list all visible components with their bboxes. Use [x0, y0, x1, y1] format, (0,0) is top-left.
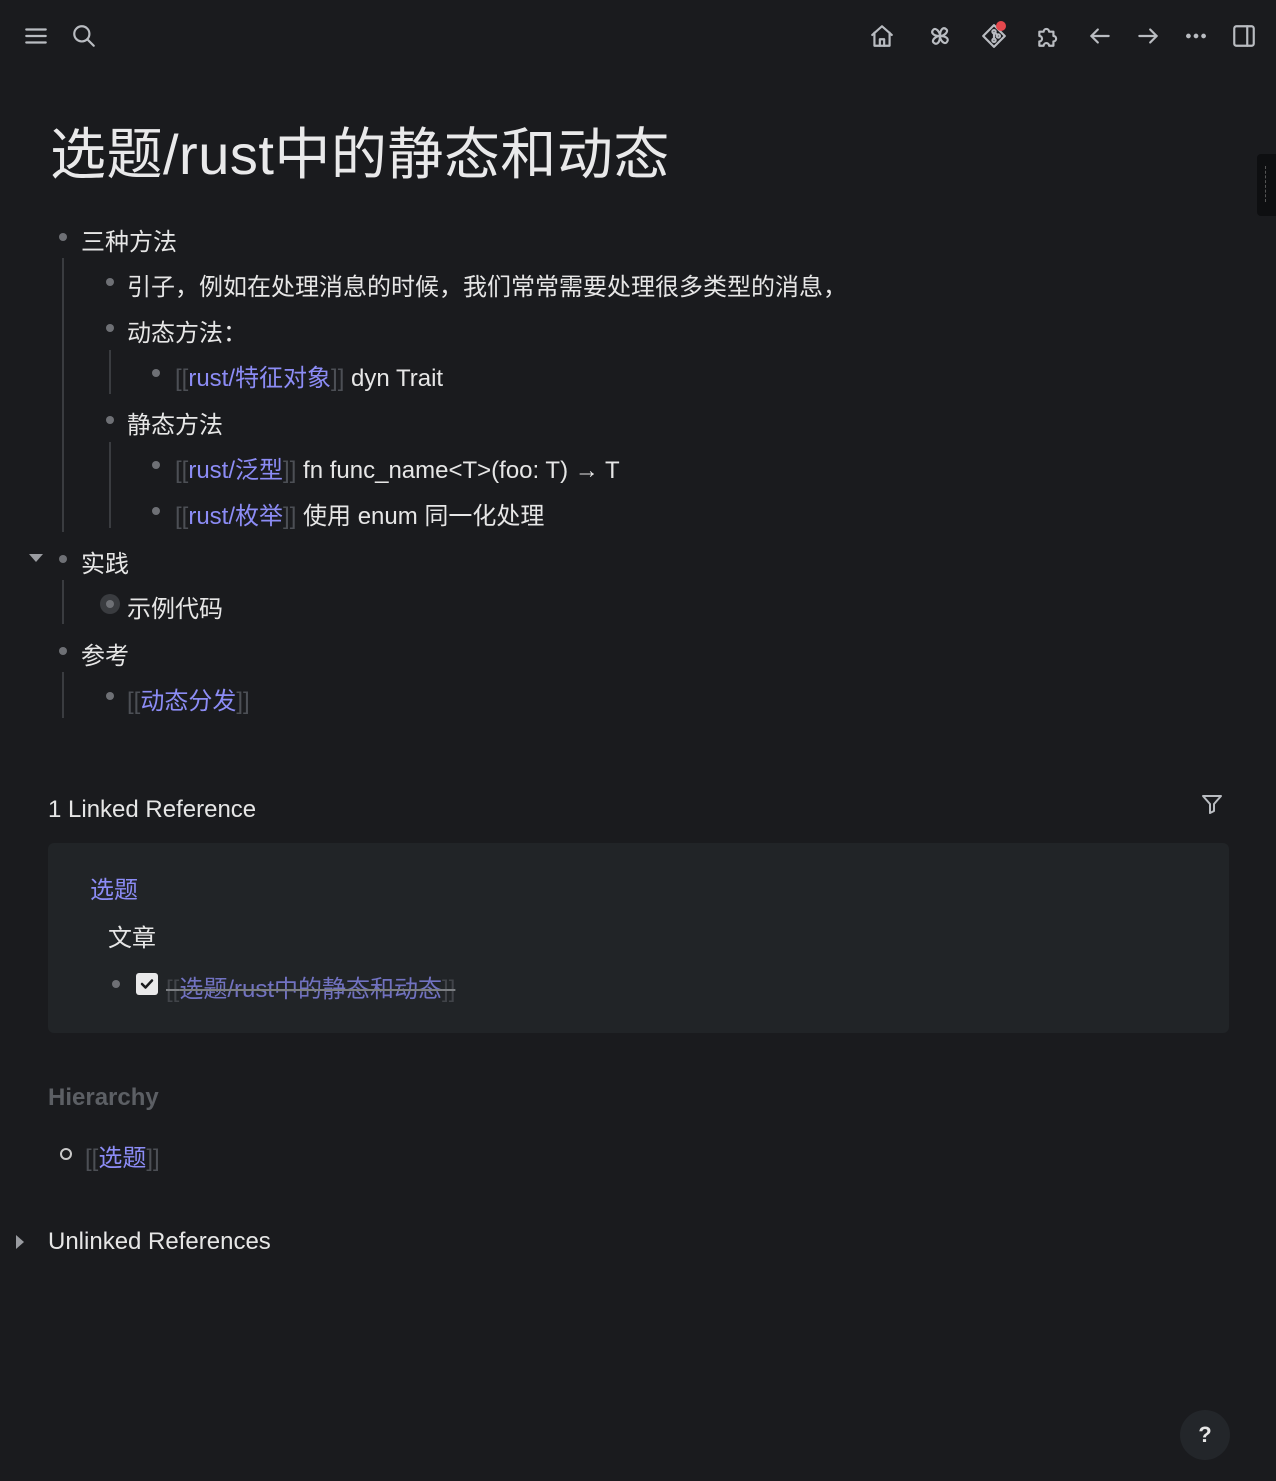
notification-dot [996, 21, 1006, 31]
bracket-close: ]] [236, 688, 250, 715]
block-bullet[interactable] [112, 980, 120, 988]
block-enum[interactable]: [[rust/枚举]] 使用 enum 同一化处理 [175, 496, 544, 531]
collapse-arrow-icon[interactable] [29, 554, 43, 562]
bracket-open: [[ [166, 976, 180, 1003]
reference-page-link[interactable]: 选题 [90, 870, 138, 905]
block-intro[interactable]: 引子，例如在处理消息的时候，我们常常需要处理很多类型的消息， [127, 267, 847, 302]
linked-reference-card [48, 843, 1229, 1033]
block-dynamic-dispatch[interactable]: [[动态分发]] [127, 681, 250, 716]
block-bullet[interactable] [152, 461, 160, 469]
block-bullet[interactable] [106, 692, 114, 700]
block-dynamic[interactable]: 动态方法： [127, 313, 247, 348]
search-icon[interactable] [64, 16, 104, 56]
block-text: 使用 enum 同一化处理 [296, 503, 545, 530]
sidebar-icon[interactable] [1224, 16, 1264, 56]
indent-guide [109, 350, 111, 394]
page-link[interactable]: rust/枚举 [188, 503, 283, 530]
page-link[interactable]: 选题 [98, 1145, 146, 1172]
bracket-open: [[ [175, 503, 189, 530]
expand-arrow-icon[interactable] [16, 1235, 24, 1249]
block-bullet[interactable] [106, 278, 114, 286]
bracket-close: ]] [283, 457, 297, 484]
more-icon[interactable] [1176, 16, 1216, 56]
block-text: fn func_name<T>(foo: T) → T [296, 457, 620, 484]
block-example-code[interactable]: 示例代码 [127, 589, 223, 624]
indent-guide [62, 258, 64, 532]
bracket-open: [[ [85, 1145, 99, 1172]
block-generic[interactable]: [[rust/泛型]] fn func_name<T>(foo: T) → T [175, 450, 620, 485]
bracket-close: ]] [146, 1145, 160, 1172]
bracket-close: ]] [283, 503, 297, 530]
home-icon[interactable] [862, 16, 902, 56]
pinwheel-icon[interactable] [920, 16, 960, 56]
block-bullet[interactable] [106, 416, 114, 424]
indent-guide [62, 672, 64, 718]
hierarchy-link[interactable]: [[选题]] [85, 1138, 160, 1173]
reference-item[interactable]: [[选题/rust中的静态和动态]] [166, 969, 455, 1004]
arrow-right-icon[interactable] [1128, 16, 1168, 56]
arrow-left-icon[interactable] [1080, 16, 1120, 56]
block-bullet[interactable] [152, 369, 160, 377]
filter-icon[interactable] [1200, 792, 1226, 818]
block-bullet[interactable] [59, 647, 67, 655]
help-button[interactable]: ? [1180, 1410, 1230, 1460]
block-static[interactable]: 静态方法 [127, 405, 223, 440]
collapsed-bullet[interactable] [100, 594, 120, 614]
block-bullet[interactable] [59, 555, 67, 563]
bracket-open: [[ [175, 365, 189, 392]
linked-references-heading: 1 Linked Reference [48, 796, 257, 823]
bracket-open: [[ [127, 688, 141, 715]
git-icon[interactable] [974, 16, 1014, 56]
block-methods[interactable]: 三种方法 [81, 222, 177, 257]
bracket-close: ]] [331, 365, 345, 392]
unlinked-references-heading[interactable]: Unlinked References [48, 1228, 271, 1256]
page-link[interactable]: 选题/rust中的静态和动态 [179, 976, 442, 1003]
block-dyn-trait[interactable]: [[rust/特征对象]] dyn Trait [175, 358, 443, 393]
top-toolbar [0, 0, 1276, 72]
hierarchy-heading: Hierarchy [48, 1084, 159, 1111]
puzzle-icon[interactable] [1028, 16, 1068, 56]
indent-guide [109, 442, 111, 528]
bracket-close: ]] [442, 976, 456, 1003]
done-checkbox[interactable] [136, 973, 158, 995]
block-text: dyn Trait [344, 365, 444, 392]
block-bullet[interactable] [59, 233, 67, 241]
indent-guide [62, 580, 64, 624]
scrollbar[interactable] [1257, 154, 1276, 216]
bracket-open: [[ [175, 457, 189, 484]
page-link[interactable]: 动态分发 [140, 688, 236, 715]
menu-icon[interactable] [16, 16, 56, 56]
block-practice[interactable]: 实践 [81, 544, 129, 579]
block-reference[interactable]: 参考 [81, 636, 129, 671]
reference-parent-block[interactable]: 文章 [108, 918, 156, 953]
page-title[interactable]: 选题/rust中的静态和动态 [50, 110, 670, 191]
hierarchy-bullet [60, 1148, 72, 1160]
page-link[interactable]: rust/特征对象 [188, 365, 331, 392]
block-bullet[interactable] [152, 507, 160, 515]
page-link[interactable]: rust/泛型 [188, 457, 283, 484]
block-bullet[interactable] [106, 324, 114, 332]
